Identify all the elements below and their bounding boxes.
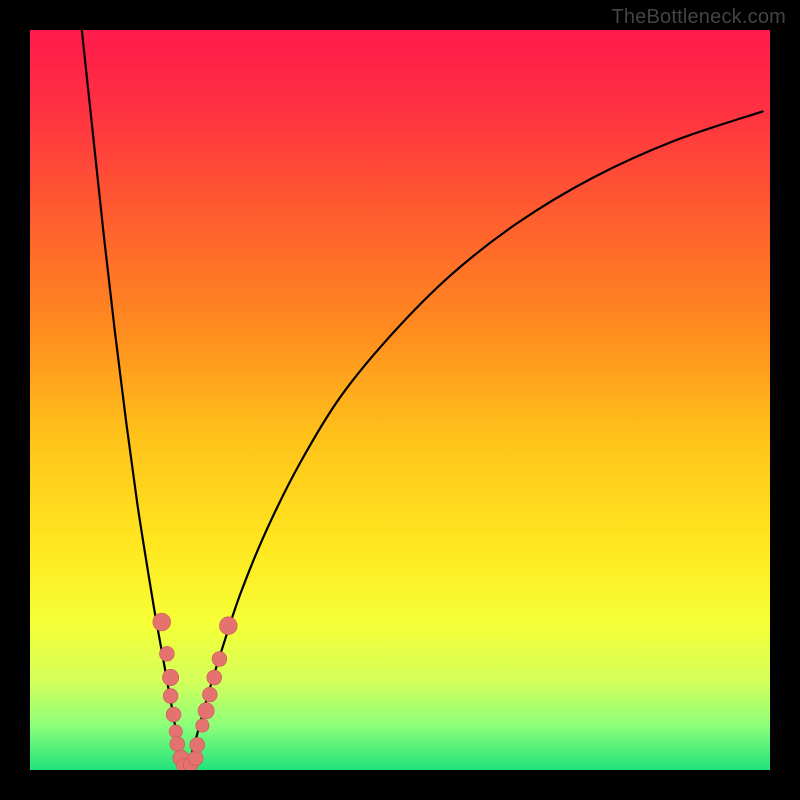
bottleneck-curve xyxy=(30,30,770,770)
data-marker xyxy=(196,719,209,732)
data-marker xyxy=(207,670,222,685)
branding-watermark: TheBottleneck.com xyxy=(611,6,786,29)
data-marker xyxy=(153,613,171,631)
chart-frame: TheBottleneck.com xyxy=(0,0,800,800)
data-marker xyxy=(190,737,205,752)
data-marker xyxy=(219,617,237,635)
curve-markers xyxy=(153,613,237,770)
data-marker xyxy=(162,669,178,685)
data-marker xyxy=(170,737,185,752)
data-marker xyxy=(160,646,175,661)
data-marker xyxy=(163,689,178,704)
plot-area xyxy=(30,30,770,770)
data-marker xyxy=(198,703,214,719)
data-marker xyxy=(166,707,181,722)
data-marker xyxy=(169,725,182,738)
curve-right-branch xyxy=(188,111,762,764)
data-marker xyxy=(212,652,227,667)
data-marker xyxy=(188,751,203,766)
data-marker xyxy=(202,687,217,702)
